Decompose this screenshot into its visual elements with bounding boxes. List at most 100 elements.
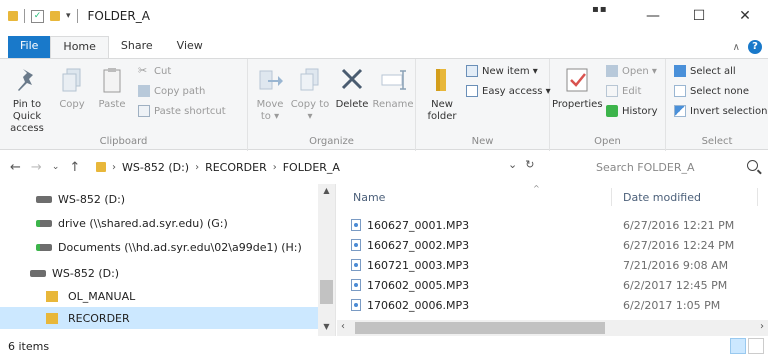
- invert-selection-icon: [674, 105, 686, 117]
- chevron-right-icon[interactable]: ›: [195, 162, 199, 173]
- up-arrow-icon[interactable]: ↑: [69, 160, 80, 175]
- move-to-button[interactable]: Move to ▾: [250, 65, 290, 123]
- forward-arrow-icon[interactable]: →: [31, 160, 42, 175]
- breadcrumb-folder-a[interactable]: FOLDER_A: [283, 161, 340, 174]
- history-icon: [606, 105, 618, 117]
- new-folder-button[interactable]: New folder: [422, 65, 462, 123]
- nav-item-label: WS-852 (D:): [58, 192, 126, 206]
- file-list: ^ Name Date modified 160627_0001.MP3 6/2…: [337, 184, 768, 336]
- nav-item-recorder[interactable]: RECORDER: [0, 307, 318, 329]
- nav-item-h-drive[interactable]: Documents (\\hd.ad.syr.edu\02\a99de1) (H…: [0, 236, 318, 258]
- search-placeholder: Search FOLDER_A: [596, 160, 695, 174]
- copy-button[interactable]: Copy: [54, 65, 90, 111]
- address-dropdown-icon[interactable]: ⌄: [508, 158, 517, 171]
- dots-icon: ▪▪: [592, 4, 608, 15]
- copy-path-button[interactable]: Copy path: [138, 85, 205, 97]
- tab-share[interactable]: Share: [109, 36, 165, 58]
- scrollbar-thumb[interactable]: [320, 280, 333, 304]
- navpane-scrollbar[interactable]: ▲ ▼: [318, 184, 335, 336]
- paste-shortcut-button[interactable]: Paste shortcut: [138, 105, 226, 117]
- delete-button[interactable]: Delete: [332, 65, 372, 111]
- chevron-right-icon[interactable]: ›: [112, 162, 116, 173]
- details-view-icon[interactable]: [730, 338, 746, 354]
- paste-button[interactable]: Paste: [92, 65, 132, 111]
- horizontal-scrollbar[interactable]: ‹ ›: [337, 320, 768, 336]
- breadcrumb-recorder[interactable]: RECORDER: [205, 161, 267, 174]
- search-icon[interactable]: [747, 160, 758, 171]
- paste-shortcut-label: Paste shortcut: [154, 105, 226, 117]
- select-group: Select all Select none Invert selection …: [666, 59, 768, 151]
- properties-button[interactable]: Properties: [552, 65, 603, 111]
- breadcrumb-drive[interactable]: WS-852 (D:): [122, 161, 189, 174]
- column-header-name[interactable]: Name: [353, 191, 385, 204]
- search-input[interactable]: Search FOLDER_A: [588, 156, 764, 178]
- scroll-left-icon[interactable]: ‹: [341, 321, 345, 332]
- drive-icon: [36, 195, 52, 203]
- select-all-icon: [674, 65, 686, 77]
- close-button[interactable]: ✕: [722, 0, 768, 32]
- file-name: 170602_0006.MP3: [367, 298, 470, 312]
- nav-item-g-drive[interactable]: drive (\\shared.ad.syr.edu) (G:): [0, 212, 318, 234]
- recent-locations-chevron-icon[interactable]: ⌄: [52, 162, 60, 172]
- nav-item-ws852-d[interactable]: WS-852 (D:): [0, 262, 318, 284]
- navigation-pane: WS-852 (D:) drive (\\shared.ad.syr.edu) …: [0, 184, 336, 336]
- column-divider[interactable]: [757, 188, 758, 206]
- scroll-down-icon[interactable]: ▼: [318, 322, 335, 331]
- new-item-button[interactable]: New item ▾: [466, 65, 538, 77]
- easy-access-label: Easy access ▾: [482, 85, 551, 97]
- tab-view[interactable]: View: [165, 36, 215, 58]
- open-button[interactable]: Open ▾: [606, 65, 657, 77]
- edit-button[interactable]: Edit: [606, 85, 641, 97]
- tab-home[interactable]: Home: [50, 36, 109, 58]
- back-arrow-icon[interactable]: ←: [10, 160, 21, 175]
- pin-icon: [18, 69, 33, 91]
- scroll-up-icon[interactable]: ▲: [318, 186, 335, 195]
- nav-item-label: RECORDER: [68, 311, 130, 325]
- table-row[interactable]: 170602_0005.MP3 6/2/2017 12:45 PM: [337, 275, 757, 295]
- customize-quick-access-dropdown[interactable]: ▾: [66, 11, 71, 21]
- nav-item-label: OL_MANUAL: [68, 289, 136, 303]
- drive-icon: [30, 269, 46, 277]
- nav-item-ol-manual[interactable]: OL_MANUAL: [0, 285, 318, 307]
- pin-to-quick-access-button[interactable]: Pin to Quick access: [2, 65, 52, 135]
- window-controls: — ☐ ✕: [630, 0, 768, 32]
- table-row[interactable]: 160721_0003.MP3 7/21/2016 9:08 AM: [337, 255, 757, 275]
- table-row[interactable]: 160627_0001.MP3 6/27/2016 12:21 PM: [337, 215, 757, 235]
- help-icon[interactable]: ?: [748, 40, 762, 54]
- nav-item-label: Documents (\\hd.ad.syr.edu\02\a99de1) (H…: [58, 240, 302, 254]
- column-divider[interactable]: [611, 188, 612, 206]
- scroll-right-icon[interactable]: ›: [760, 321, 764, 332]
- select-none-button[interactable]: Select none: [674, 85, 749, 97]
- navigation-buttons: ← → ⌄ ↑: [0, 160, 80, 175]
- easy-access-button[interactable]: Easy access ▾: [466, 85, 551, 97]
- history-button[interactable]: History: [606, 105, 658, 117]
- table-row[interactable]: 160627_0002.MP3 6/27/2016 12:24 PM: [337, 235, 757, 255]
- minimize-button[interactable]: —: [630, 0, 676, 32]
- cut-button[interactable]: ✂ Cut: [138, 65, 171, 77]
- clipboard-group-label: Clipboard: [99, 136, 148, 147]
- table-row[interactable]: 170602_0006.MP3 6/2/2017 1:05 PM: [337, 295, 757, 315]
- tab-file[interactable]: File: [8, 36, 51, 58]
- rename-icon: [381, 70, 406, 90]
- refresh-icon[interactable]: ↻: [525, 158, 534, 171]
- copy-to-button[interactable]: Copy to ▾: [290, 65, 330, 123]
- rename-button[interactable]: Rename: [372, 65, 414, 111]
- nav-item-ws852-drive[interactable]: WS-852 (D:): [0, 188, 318, 210]
- invert-selection-button[interactable]: Invert selection: [674, 105, 768, 117]
- file-date: 6/2/2017 12:45 PM: [623, 278, 728, 292]
- large-icons-view-icon[interactable]: [748, 338, 764, 354]
- maximize-button[interactable]: ☐: [676, 0, 722, 32]
- easy-access-icon: [466, 85, 478, 97]
- collapse-ribbon-icon[interactable]: ∧: [733, 42, 740, 53]
- properties-check-icon[interactable]: ✓: [31, 9, 44, 23]
- address-actions: ⌄ ↻: [508, 158, 534, 171]
- chevron-right-icon[interactable]: ›: [273, 162, 277, 173]
- select-all-button[interactable]: Select all: [674, 65, 736, 77]
- new-folder-icon[interactable]: [50, 11, 60, 21]
- copy-path-icon: [138, 85, 150, 97]
- folder-icon: [46, 290, 58, 302]
- new-item-label: New item ▾: [482, 65, 538, 77]
- paste-label: Paste: [98, 99, 126, 110]
- scrollbar-thumb[interactable]: [355, 322, 605, 334]
- column-header-date[interactable]: Date modified: [623, 191, 701, 204]
